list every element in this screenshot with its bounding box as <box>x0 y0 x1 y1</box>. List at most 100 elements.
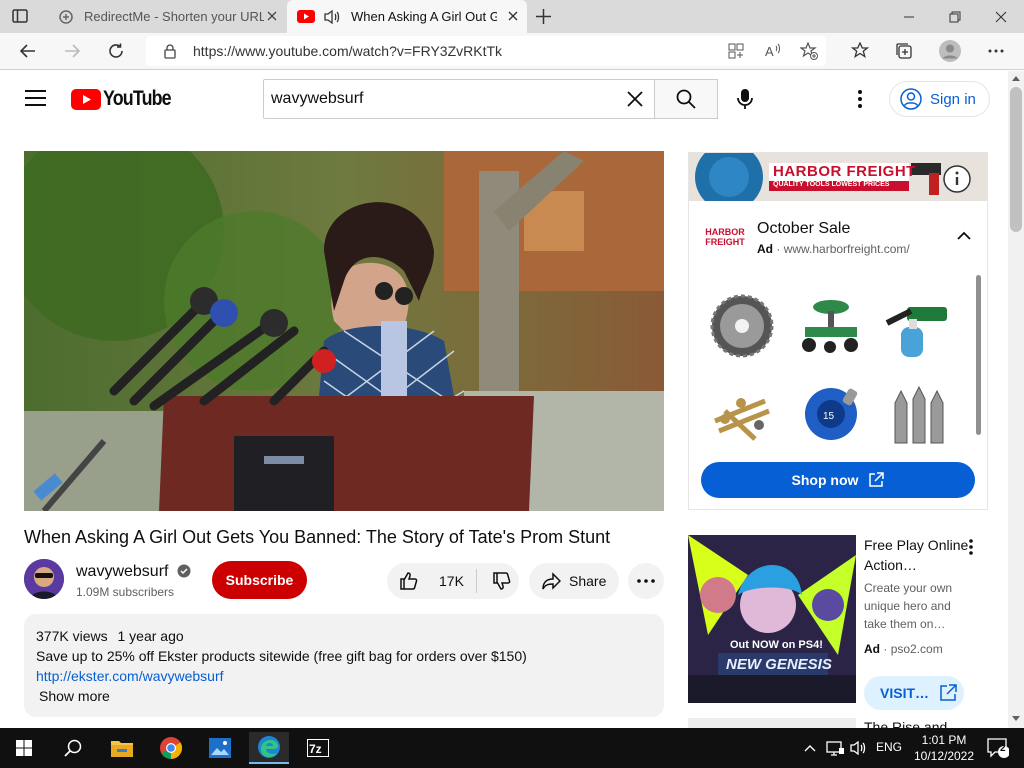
channel-name[interactable]: wavywebsurf <box>76 563 168 580</box>
close-tab-icon[interactable] <box>264 8 280 24</box>
close-tab-icon[interactable] <box>505 8 521 24</box>
url-text[interactable]: https://www.youtube.com/watch?v=FRY3ZvRK… <box>193 43 502 59</box>
advertiser-logo[interactable]: HARBOR FREIGHT <box>705 227 745 247</box>
sign-in-button[interactable]: Sign in <box>889 81 990 117</box>
scroll-down-arrow-icon[interactable] <box>1012 716 1020 722</box>
restore-icon[interactable] <box>932 0 978 33</box>
like-count[interactable]: 17K <box>439 573 464 589</box>
product-bit-set[interactable] <box>705 381 779 447</box>
audio-playing-icon[interactable] <box>323 9 341 25</box>
show-hidden-icons-icon[interactable] <box>800 732 820 764</box>
scroll-thumb[interactable] <box>1010 87 1022 232</box>
menu-hamburger-icon[interactable] <box>25 90 46 106</box>
youtube-logo-text: YouTube <box>103 87 172 110</box>
product-scrollbar[interactable] <box>976 275 981 435</box>
windows-start-icon[interactable] <box>4 732 44 764</box>
close-window-icon[interactable] <box>978 0 1024 33</box>
channel-name-row[interactable]: wavywebsurf <box>76 563 191 581</box>
search-input-value[interactable]: wavywebsurf <box>271 90 363 108</box>
shop-now-button[interactable]: Shop now <box>701 462 975 498</box>
thumb-logo: NEW GENESIS <box>726 656 832 673</box>
ad-title[interactable]: October Sale <box>757 220 850 238</box>
add-favorite-icon[interactable] <box>800 42 818 60</box>
show-more-button[interactable]: Show more <box>39 688 110 704</box>
share-button[interactable]: Share <box>529 563 619 599</box>
like-icon[interactable] <box>399 571 419 591</box>
youtube-logo[interactable]: YouTube <box>71 87 183 111</box>
notification-count: 2 <box>1000 743 1006 754</box>
svg-text:15: 15 <box>823 411 835 422</box>
new-tab-icon[interactable] <box>535 8 552 25</box>
banner-tagline: QUALITY TOOLS LOWEST PRICES <box>773 181 890 188</box>
tab-redirectme[interactable]: RedirectMe - Shorten your URL f <box>48 0 286 33</box>
settings-more-icon[interactable] <box>984 39 1008 63</box>
product-drill-bits[interactable] <box>879 381 953 447</box>
tab-actions-icon[interactable] <box>12 8 28 24</box>
photos-app-icon[interactable] <box>200 732 240 764</box>
visit-label: VISIT… <box>880 685 930 701</box>
verified-check-icon <box>177 564 191 578</box>
pso2-ad-image <box>688 535 856 703</box>
more-horizontal-icon <box>637 579 655 583</box>
next-video-thumbnail[interactable] <box>688 718 856 728</box>
volume-icon[interactable] <box>848 732 870 764</box>
more-options-icon[interactable] <box>857 90 863 108</box>
dislike-icon[interactable] <box>492 571 512 591</box>
7zip-icon[interactable]: 7z <box>298 732 338 764</box>
ad-more-options-icon[interactable] <box>968 538 974 556</box>
edge-browser-icon[interactable] <box>249 732 289 764</box>
tab-youtube-video[interactable]: When Asking A Girl Out Gets <box>287 0 527 33</box>
taskbar-clock[interactable]: 1:01 PM 10/12/2022 <box>912 732 976 764</box>
favorites-icon[interactable] <box>848 39 872 63</box>
visit-button[interactable]: VISIT… <box>864 676 964 710</box>
pso2-ad-description: Create your own unique hero and take the… <box>864 581 953 631</box>
microphone-icon[interactable] <box>736 88 754 110</box>
youtube-play-icon <box>71 88 101 110</box>
profile-avatar-icon[interactable] <box>938 39 962 63</box>
ad-label: Ad <box>864 642 880 656</box>
pso2-ad-thumbnail[interactable]: Out NOW on PS4! NEW GENESIS <box>688 535 856 703</box>
network-icon[interactable] <box>824 732 846 764</box>
page-scrollbar[interactable] <box>1008 71 1024 728</box>
product-saw-blade[interactable] <box>705 293 779 359</box>
product-tire-gauge[interactable]: 15 <box>793 381 867 447</box>
channel-avatar-image <box>24 559 64 599</box>
app-available-icon[interactable] <box>728 43 744 59</box>
language-indicator[interactable]: ENG <box>876 740 902 754</box>
product-torch[interactable] <box>879 293 953 359</box>
subscribe-button[interactable]: Subscribe <box>212 561 307 599</box>
svg-text:A: A <box>765 44 774 59</box>
search-input[interactable]: wavywebsurf <box>263 79 655 119</box>
minimize-icon[interactable] <box>886 0 932 33</box>
read-aloud-icon[interactable]: A <box>764 42 782 60</box>
like-dislike-group: 17K <box>387 563 519 599</box>
more-actions-button[interactable] <box>628 563 664 599</box>
lock-icon[interactable] <box>163 43 177 59</box>
banner-brand: HARBOR FREIGHT <box>773 163 916 180</box>
browser-tab-strip: RedirectMe - Shorten your URL f When Ask… <box>0 0 1024 33</box>
description-link[interactable]: http://ekster.com/wavywebsurf <box>36 668 224 684</box>
chrome-icon[interactable] <box>151 732 191 764</box>
notifications-icon[interactable]: 2 <box>978 732 1018 764</box>
description-text: Save up to 25% off Ekster products sitew… <box>36 648 527 664</box>
address-bar[interactable]: https://www.youtube.com/watch?v=FRY3ZvRK… <box>146 36 826 66</box>
video-player[interactable] <box>24 151 664 511</box>
pso2-ad-title[interactable]: Free Play Online Action… <box>864 535 974 575</box>
collections-icon[interactable] <box>892 39 916 63</box>
channel-avatar[interactable] <box>24 559 64 599</box>
taskbar-search-icon[interactable] <box>50 728 96 768</box>
refresh-icon[interactable] <box>104 39 128 63</box>
svg-text:7z: 7z <box>309 742 322 756</box>
search-button[interactable] <box>654 79 718 119</box>
forward-arrow-icon[interactable] <box>60 39 84 63</box>
scroll-up-arrow-icon[interactable] <box>1012 75 1020 81</box>
share-icon <box>541 571 561 591</box>
file-explorer-icon[interactable] <box>102 732 142 764</box>
ad-banner[interactable]: HARBOR FREIGHT QUALITY TOOLS LOWEST PRIC… <box>689 153 987 201</box>
product-garden-cart[interactable] <box>793 293 867 359</box>
account-icon <box>900 88 922 110</box>
description-box[interactable]: 377K views 1 year ago Save up to 25% off… <box>24 614 664 717</box>
clear-search-icon[interactable] <box>626 90 644 108</box>
collapse-chevron-icon[interactable] <box>957 231 971 241</box>
back-arrow-icon[interactable] <box>16 39 40 63</box>
